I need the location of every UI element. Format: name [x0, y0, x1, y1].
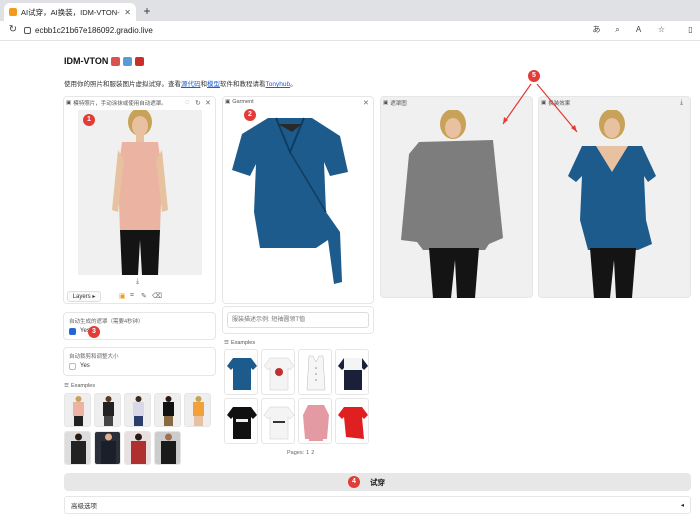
clear-garment-icon[interactable]: ✕ [363, 99, 369, 107]
garment-label: ▣ Garment [225, 99, 254, 105]
model-link[interactable]: 模型 [207, 81, 220, 88]
collapse-arrow-icon: ◂ [680, 502, 684, 509]
image-icon: ▣ [383, 100, 389, 106]
favicon-icon [9, 8, 17, 16]
brush-icon[interactable]: ✎ [141, 292, 147, 300]
zoom-icon[interactable]: ⌕ [611, 23, 624, 37]
eraser-icon[interactable]: ⌫ [152, 292, 162, 300]
human-example-thumb[interactable] [184, 393, 211, 427]
url-text: ecbb1c21b67e186092.gradio.live [35, 26, 153, 35]
output-image [552, 109, 676, 298]
new-tab-button[interactable]: + [140, 3, 154, 19]
auto-crop-option: Yes [80, 363, 90, 369]
annotation-marker-3: 3 [88, 326, 100, 338]
human-image-label: ▣ 模特照片，手动涂抹或使用自动遮罩。 [66, 100, 167, 107]
garment-example-thumb[interactable] [261, 398, 295, 444]
download-icon[interactable]: ⤓ [136, 278, 139, 286]
undo-icon[interactable]: ◌ [185, 99, 189, 106]
image-icon: ▣ [66, 100, 72, 106]
auto-mask-label: 自动生成的遮罩（需要4秒钟） [69, 319, 144, 325]
browser-tab[interactable]: AI试穿，AI换装，IDM-VTON-Tom ✕ [4, 3, 136, 21]
blue-wrap-top-illustration [232, 117, 348, 284]
mask-label: ▣ 遮罩图 [383, 100, 407, 107]
translate-icon[interactable]: あ [590, 23, 603, 37]
auto-crop-label: 自动裁剪和调整大小 [69, 354, 119, 360]
tonyhub-link[interactable]: Tonyhub [266, 81, 291, 88]
human-example-thumb[interactable] [154, 431, 181, 465]
human-example-thumb[interactable] [94, 431, 121, 465]
clear-icon[interactable]: ✕ [205, 99, 211, 107]
app-title-text: IDM-VTON [64, 56, 109, 66]
person-illustration [78, 108, 202, 275]
advanced-options-accordion[interactable]: 高级选项 ◂ [64, 496, 691, 514]
crop-icon[interactable]: ⌗ [130, 292, 134, 300]
tab-title: AI试穿，AI换装，IDM-VTON-Tom [21, 7, 120, 17]
dressed-person-illustration [568, 109, 656, 298]
garment-examples-label: ☰ Examples [224, 340, 256, 346]
jeans-emoji-icon [123, 56, 133, 66]
garment-photo[interactable] [230, 112, 350, 287]
annotation-arrows [502, 83, 578, 133]
garment-examples-pagination: Pages: 1 2 [287, 450, 315, 456]
split-screen-icon[interactable]: ▯ [684, 23, 697, 37]
garment-example-thumb[interactable] [335, 398, 369, 444]
favorite-star-icon[interactable]: ☆ [655, 23, 668, 37]
human-example-thumb[interactable] [64, 431, 91, 465]
layers-button[interactable]: Layers ▸ [67, 291, 101, 302]
annotation-marker-4: 4 [348, 476, 360, 488]
garment-example-thumb[interactable] [261, 349, 295, 395]
garment-example-thumb[interactable] [224, 349, 258, 395]
garment-example-thumb[interactable] [298, 349, 332, 395]
auto-crop-checkbox[interactable] [69, 363, 76, 370]
download-output-icon[interactable]: ⤓ [680, 99, 683, 107]
garment-example-thumb[interactable] [224, 398, 258, 444]
lock-icon [24, 27, 31, 34]
human-example-thumb[interactable] [124, 393, 151, 427]
app-description: 使用你的照片和服装图片虚拟试穿。查看源代码和模型软件和教程请看Tonyhub。 [64, 81, 297, 88]
human-example-thumb[interactable] [154, 393, 181, 427]
image-icon: ▣ [225, 99, 231, 105]
source-code-link[interactable]: 源代码 [181, 81, 201, 88]
annotation-marker-2: 2 [244, 109, 256, 121]
masked-person-illustration [401, 109, 503, 298]
shirt-emoji-icon [111, 56, 121, 66]
human-example-thumb[interactable] [124, 431, 151, 465]
garment-example-thumb[interactable] [335, 349, 369, 395]
advanced-options-label: 高级选项 [71, 503, 97, 510]
page-2-link[interactable]: 2 [311, 450, 314, 456]
garment-example-thumb[interactable] [298, 398, 332, 444]
url-field[interactable]: ecbb1c21b67e186092.gradio.live [24, 24, 204, 37]
human-examples-label: ☰ Examples [64, 383, 96, 389]
tryon-button[interactable]: 试穿 [64, 473, 691, 491]
human-photo[interactable] [78, 108, 202, 275]
read-aloud-icon[interactable]: A [632, 23, 645, 37]
image-upload-icon[interactable]: ▣ [119, 292, 126, 300]
human-example-thumb[interactable] [94, 393, 121, 427]
mask-image [395, 109, 519, 298]
grid-icon: ☰ [224, 340, 229, 346]
human-example-thumb[interactable] [64, 393, 91, 427]
grid-icon: ☰ [64, 383, 69, 389]
page-1-link[interactable]: 1 [306, 450, 309, 456]
reload-icon[interactable]: ↻ [6, 23, 20, 37]
app-title: IDM-VTON [64, 56, 145, 66]
tshirt-emoji-icon [135, 56, 145, 66]
auto-mask-checkbox[interactable] [69, 328, 76, 335]
close-tab-icon[interactable]: ✕ [124, 8, 131, 17]
annotation-marker-1: 1 [83, 114, 95, 126]
garment-description-input[interactable] [227, 312, 369, 328]
redo-icon[interactable]: ↻ [195, 99, 201, 107]
